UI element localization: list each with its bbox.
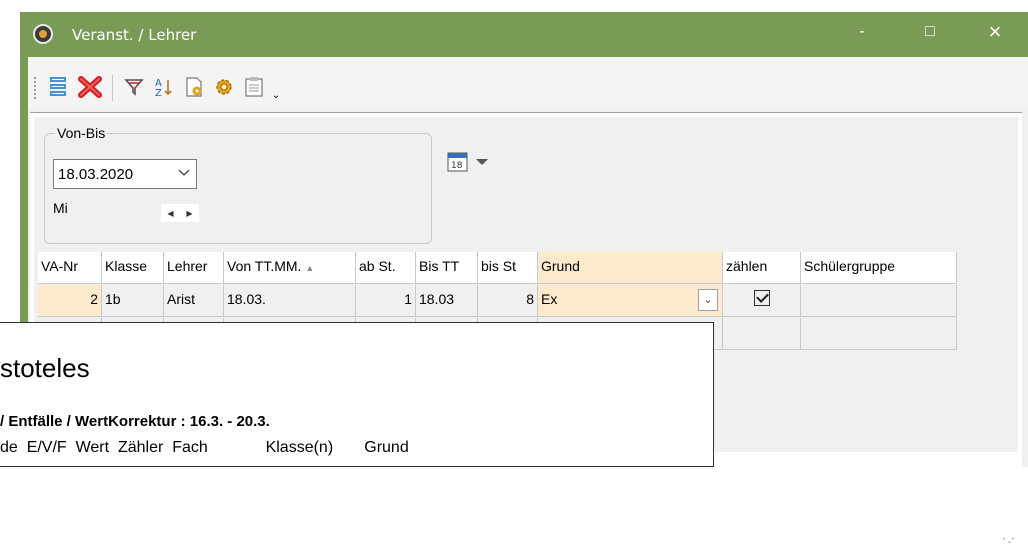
resize-grip[interactable]: ⠐⠔	[998, 533, 1016, 547]
toolbar-overflow-icon[interactable]: ⌄	[264, 83, 288, 107]
sort-asc-icon: ▲	[305, 263, 315, 273]
maximize-button[interactable]: □	[908, 16, 952, 48]
col-lehrer[interactable]: Lehrer	[164, 252, 224, 284]
report-icon[interactable]	[182, 75, 206, 99]
date-value: 18.03.2020	[58, 166, 134, 183]
cell-bis[interactable]: 18.03	[416, 285, 478, 317]
col-ab-st[interactable]: ab St.	[356, 252, 416, 284]
tooltip-column-headers: de E/V/F Wert Zähler Fach Klasse(n) Grun…	[0, 439, 409, 456]
weekday-label: Mi	[53, 200, 68, 216]
col-zaehlen[interactable]: zählen	[723, 252, 801, 284]
date-spinner[interactable]: ◀ ▶	[161, 204, 199, 222]
toolbar: AZ ⌄	[28, 57, 1028, 109]
calendar-button[interactable]: 18	[446, 147, 506, 177]
chevron-down-icon[interactable]	[178, 166, 190, 180]
minimize-button[interactable]: -	[840, 16, 884, 48]
table-header: VA-Nr Klasse Lehrer Von TT.MM. ▲ ab St. …	[38, 252, 957, 284]
filter-icon[interactable]	[122, 75, 146, 99]
cell-schuelergruppe[interactable]	[801, 285, 957, 317]
chevron-down-icon[interactable]: ⌄	[698, 289, 718, 311]
col-bis[interactable]: Bis TT	[416, 252, 478, 284]
app-icon	[33, 24, 53, 44]
next-arrow-icon[interactable]: ▶	[186, 209, 192, 218]
toolbar-grip[interactable]	[34, 77, 36, 99]
col-va-nr[interactable]: VA-Nr	[38, 252, 102, 284]
col-von-label: Von TT.MM.	[227, 258, 302, 274]
list-icon[interactable]	[46, 75, 70, 99]
col-schuelergruppe[interactable]: Schülergruppe	[801, 252, 957, 284]
window-title: Veranst. / Lehrer	[72, 26, 197, 44]
delete-icon[interactable]	[78, 75, 102, 99]
zaehlen-checkbox[interactable]	[753, 290, 770, 306]
cell-va-nr[interactable]: 2	[38, 285, 102, 317]
title-bar[interactable]: Veranst. / Lehrer - □ ×	[20, 12, 1028, 57]
cell-lehrer[interactable]: Arist	[164, 285, 224, 317]
svg-text:Z: Z	[155, 88, 162, 98]
prev-arrow-icon[interactable]: ◀	[167, 209, 173, 218]
caret-down-icon	[476, 159, 488, 165]
cell-klasse[interactable]: 1b	[102, 285, 164, 317]
cell-ab-st[interactable]: 1	[356, 285, 416, 317]
clipboard-icon[interactable]	[242, 75, 266, 99]
settings-icon[interactable]	[212, 75, 236, 99]
cell-zaehlen[interactable]	[723, 285, 801, 317]
cell-grund[interactable]: Ex ⌄	[538, 285, 723, 317]
col-bis-st[interactable]: bis St	[478, 252, 538, 284]
cell-grund-value: Ex	[541, 291, 558, 307]
date-picker[interactable]: 18.03.2020	[53, 159, 197, 189]
cell-bis-st[interactable]: 8	[478, 285, 538, 317]
toolbar-separator	[112, 75, 113, 101]
col-grund[interactable]: Grund	[538, 252, 723, 284]
tooltip-subtitle: / Entfälle / WertKorrektur : 16.3. - 20.…	[0, 413, 270, 430]
date-range-group: Von-Bis 18.03.2020 Mi ◀ ▶	[44, 125, 432, 244]
teacher-tooltip: stoteles / Entfälle / WertKorrektur : 16…	[0, 322, 714, 467]
empty-cell[interactable]	[801, 318, 957, 350]
table-row[interactable]: 2 1b Arist 18.03. 1 18.03 8 Ex ⌄	[38, 285, 957, 317]
col-klasse[interactable]: Klasse	[102, 252, 164, 284]
cell-von[interactable]: 18.03.	[224, 285, 356, 317]
svg-text:18: 18	[451, 161, 463, 171]
calendar-icon: 18	[447, 152, 468, 172]
close-button[interactable]: ×	[973, 16, 1017, 48]
empty-cell[interactable]	[723, 318, 801, 350]
tooltip-teacher-name: stoteles	[0, 353, 90, 383]
sort-icon[interactable]: AZ	[152, 75, 176, 99]
date-range-label: Von-Bis	[55, 125, 108, 141]
col-von[interactable]: Von TT.MM. ▲	[224, 252, 356, 284]
